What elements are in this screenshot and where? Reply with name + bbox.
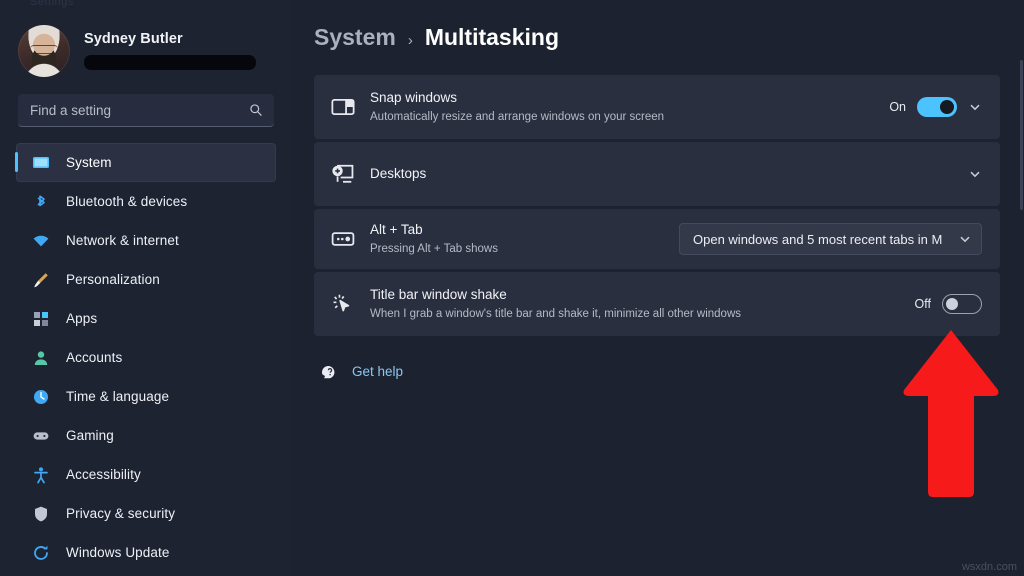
search-icon [249,103,263,117]
breadcrumb: System › Multitasking [314,24,1000,51]
sidebar-item-time-language[interactable]: Time & language [16,377,276,416]
sidebar-item-network-internet[interactable]: Network & internet [16,221,276,260]
sidebar-item-bluetooth-devices[interactable]: Bluetooth & devices [16,182,276,221]
setting-description: Automatically resize and arrange windows… [370,110,889,124]
setting-description: When I grab a window's title bar and sha… [370,307,915,321]
get-help-label: Get help [352,364,403,379]
toggle-label: Off [915,297,931,311]
sidebar-item-label: Apps [66,311,97,326]
setting-controls: Off [915,294,982,314]
chevron-down-icon[interactable] [968,100,982,114]
setting-controls: On [889,97,982,117]
search-box[interactable] [18,94,274,127]
sidebar-item-personalization[interactable]: Personalization [16,260,276,299]
scrollbar-thumb[interactable] [1020,60,1023,210]
setting-controls: Open windows and 5 most recent tabs in M [679,223,982,255]
setting-row-title-bar-window-shake[interactable]: Title bar window shake When I grab a win… [314,272,1000,336]
setting-row-alt-tab[interactable]: Alt + Tab Pressing Alt + Tab shows Open … [314,209,1000,269]
get-help-link[interactable]: Get help [314,362,1000,380]
setting-text: Desktops [370,166,968,183]
setting-text: Snap windows Automatically resize and ar… [370,90,889,124]
snap-layout-icon [330,94,356,120]
update-refresh-icon [32,544,50,562]
person-icon [32,349,50,367]
help-question-icon [320,362,338,380]
setting-title: Snap windows [370,90,889,107]
annotation-arrow-up [901,326,1001,501]
search-container [0,80,292,127]
bluetooth-icon [32,193,50,211]
setting-row-snap-windows[interactable]: Snap windows Automatically resize and ar… [314,75,1000,139]
settings-window: Settings Sydney Butler [0,0,1024,576]
desktop-add-icon [330,161,356,187]
sidebar-item-accounts[interactable]: Accounts [16,338,276,377]
profile-name: Sydney Butler [84,32,256,47]
setting-description: Pressing Alt + Tab shows [370,242,679,256]
sidebar-item-label: System [66,155,112,170]
setting-title: Alt + Tab [370,222,679,239]
sidebar-item-label: Bluetooth & devices [66,194,187,209]
chevron-down-icon [958,232,972,246]
scrollbar[interactable] [1019,0,1024,576]
setting-text: Title bar window shake When I grab a win… [370,287,915,321]
setting-title: Title bar window shake [370,287,915,304]
sidebar-item-accessibility[interactable]: Accessibility [16,455,276,494]
snap-windows-toggle[interactable] [917,97,957,117]
accessibility-icon [32,466,50,484]
paintbrush-icon [32,271,50,289]
setting-row-desktops[interactable]: Desktops [314,142,1000,206]
sidebar-item-label: Windows Update [66,545,169,560]
avatar [18,25,70,77]
sidebar-item-label: Accounts [66,350,122,365]
clock-icon [32,388,50,406]
breadcrumb-parent[interactable]: System [314,24,396,51]
redacted-email [84,55,256,70]
sidebar: Settings Sydney Butler [0,0,292,576]
gamepad-icon [32,427,50,445]
dropdown-value: Open windows and 5 most recent tabs in M [693,232,948,247]
setting-controls [968,167,982,181]
user-profile[interactable]: Sydney Butler [0,8,292,80]
toggle-label: On [889,100,906,114]
cursor-shake-icon [330,291,356,317]
sidebar-item-gaming[interactable]: Gaming [16,416,276,455]
search-input[interactable] [30,103,262,118]
settings-list: Snap windows Automatically resize and ar… [314,75,1000,336]
wifi-icon [32,232,50,250]
sidebar-item-label: Time & language [66,389,169,404]
shield-icon [32,505,50,523]
sidebar-item-apps[interactable]: Apps [16,299,276,338]
alt-tab-switcher-icon [330,226,356,252]
sidebar-item-label: Network & internet [66,233,179,248]
chevron-down-icon[interactable] [968,167,982,181]
alt-tab-dropdown[interactable]: Open windows and 5 most recent tabs in M [679,223,982,255]
sidebar-nav: System Bluetooth & devices Network & int… [0,143,292,572]
window-title-fragment: Settings [30,0,74,8]
monitor-icon [32,154,50,172]
sidebar-item-label: Accessibility [66,467,141,482]
sidebar-item-system[interactable]: System [16,143,276,182]
breadcrumb-separator: › [408,32,413,49]
title-bar-shake-toggle[interactable] [942,294,982,314]
sidebar-item-windows-update[interactable]: Windows Update [16,533,276,572]
sidebar-item-label: Personalization [66,272,160,287]
sidebar-item-label: Gaming [66,428,114,443]
sidebar-item-privacy-security[interactable]: Privacy & security [16,494,276,533]
apps-grid-icon [32,310,50,328]
main-content: System › Multitasking Snap windows Autom… [292,0,1024,576]
page-title: Multitasking [425,24,559,51]
setting-title: Desktops [370,166,968,183]
watermark: wsxdn.com [962,561,1017,573]
setting-text: Alt + Tab Pressing Alt + Tab shows [370,222,679,256]
sidebar-item-label: Privacy & security [66,506,175,521]
